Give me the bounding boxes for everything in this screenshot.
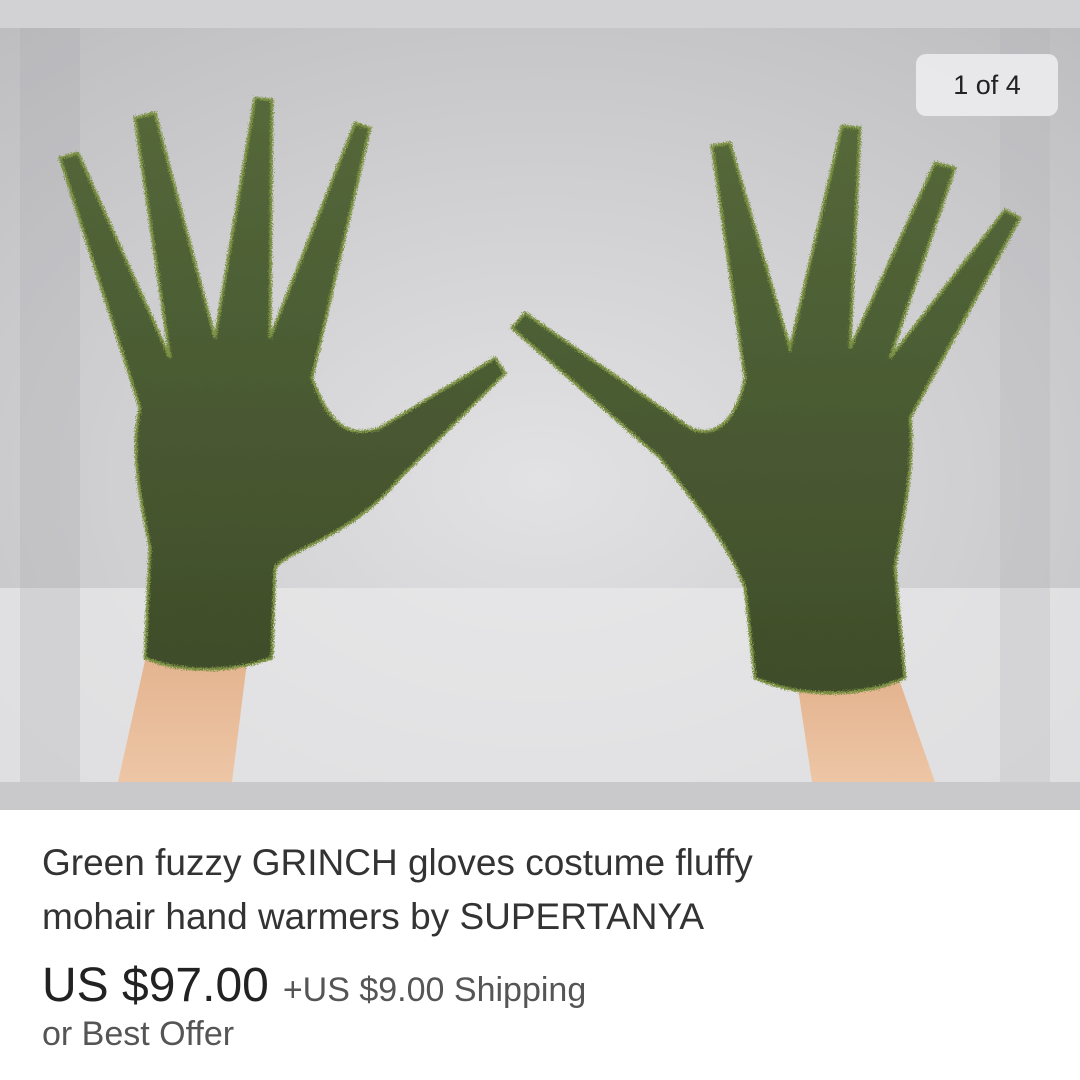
image-counter-badge: 1 of 4 [916,54,1058,116]
product-photo [0,28,1080,782]
product-photo-gallery[interactable]: 1 of 4 [0,28,1080,782]
listing-title-line-2: mohair hand warmers by SUPERTANYA [42,896,705,937]
shipping-cost: +US $9.00 Shipping [282,971,587,1009]
listing-page: 1 of 4 Green fuzzy GRINCH gloves costume… [0,0,1080,1080]
listing-title-line-1: Green fuzzy GRINCH gloves costume fluffy [42,842,753,883]
listing-info: Green fuzzy GRINCH gloves costume fluffy… [42,826,1042,1054]
best-offer-text: or Best Offer [42,1015,235,1053]
listing-title[interactable]: Green fuzzy GRINCH gloves costume fluffy… [42,836,1042,944]
price-row: US $97.00 +US $9.00 Shipping [42,958,1042,1013]
top-divider-bar [0,0,1080,28]
listing-price: US $97.00 [42,959,269,1012]
gallery-bottom-bar [0,782,1080,810]
